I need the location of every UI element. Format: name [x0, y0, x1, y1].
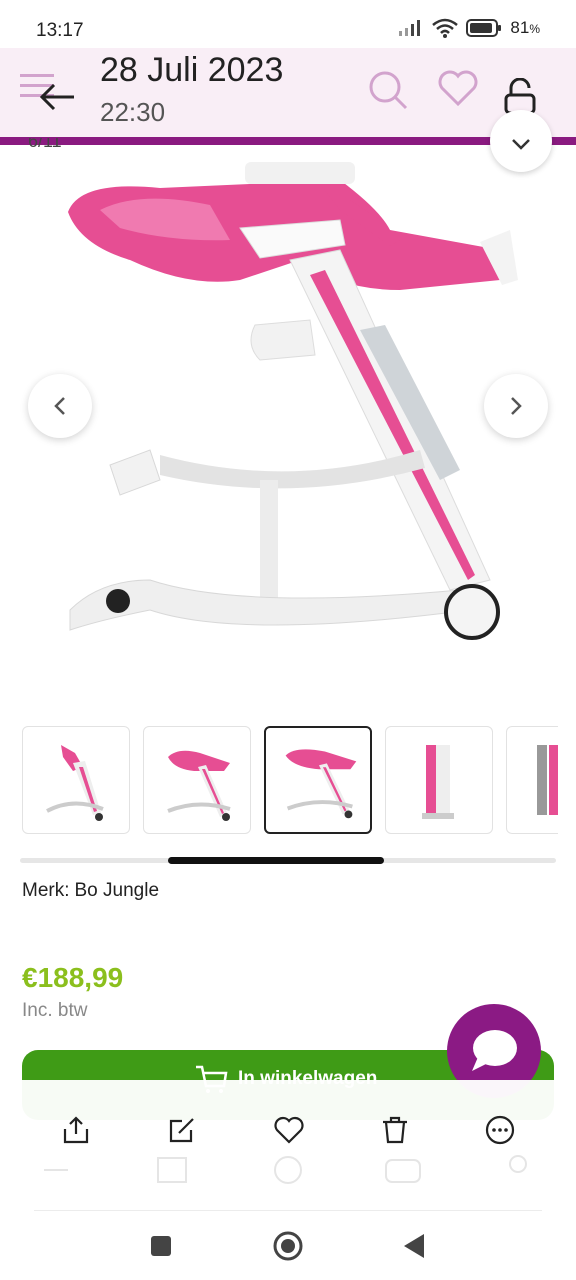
thumbnail-scrollbar-thumb[interactable] [168, 857, 384, 864]
vat-note: Inc. btw [22, 1000, 88, 1021]
thumbnail-selected[interactable] [264, 726, 372, 834]
recents-button[interactable] [143, 1228, 179, 1264]
product-price: €188,99 [22, 962, 124, 993]
trash-icon [383, 1116, 407, 1144]
wifi-icon [432, 18, 459, 38]
chevron-down-icon [512, 139, 530, 150]
thumbnail[interactable] [385, 726, 493, 834]
heart-icon [274, 1116, 304, 1144]
edit-icon [169, 1118, 194, 1143]
home-circle-icon [273, 1231, 303, 1261]
share-icon [63, 1116, 89, 1144]
thumbnail-image [46, 745, 104, 821]
edit-button[interactable] [164, 1112, 200, 1148]
thumbnail-strip [22, 726, 558, 836]
battery-percentage: 81% [510, 18, 540, 37]
favorite-button[interactable] [271, 1112, 307, 1148]
thumbnail[interactable] [22, 726, 130, 834]
back-button[interactable] [38, 80, 78, 114]
photo-date: 28 Juli 2023 [100, 51, 284, 89]
status-time: 13:17 [36, 20, 84, 41]
thumbnail[interactable] [143, 726, 251, 834]
signal-icon [399, 20, 421, 36]
thumbnail-image [167, 750, 231, 821]
brand-line: Merk: Bo Jungle [22, 880, 159, 902]
status-icons: 81% [398, 18, 540, 38]
system-back-button[interactable] [396, 1228, 432, 1264]
photo-time: 22:30 [100, 97, 166, 127]
back-arrow-icon [39, 83, 74, 111]
thumbnail-image [537, 745, 558, 815]
thumbnail[interactable] [506, 726, 558, 834]
product-image [68, 162, 518, 640]
home-button[interactable] [270, 1228, 306, 1264]
brand-label: Merk: [22, 880, 70, 901]
more-button[interactable] [482, 1112, 518, 1148]
triangle-back-icon [404, 1234, 424, 1258]
viewer-header [0, 48, 576, 138]
chevron-left-icon [54, 397, 65, 415]
thumbnail-image [285, 749, 357, 819]
square-icon [151, 1236, 171, 1256]
previous-image-button[interactable] [28, 374, 92, 438]
toolbar-divider [34, 1210, 542, 1211]
share-button[interactable] [58, 1112, 94, 1148]
status-bar: 13:17 81% [0, 0, 576, 48]
next-image-button[interactable] [484, 374, 548, 438]
chat-bubble-icon [472, 1030, 517, 1071]
battery-icon [466, 19, 502, 37]
brand-name: Bo Jungle [74, 880, 160, 901]
thumbnail-image [422, 745, 454, 819]
delete-button[interactable] [377, 1112, 413, 1148]
chevron-right-icon [511, 397, 522, 415]
more-options-icon [485, 1115, 515, 1145]
shop-bottom-nav-ghost [44, 1155, 527, 1184]
